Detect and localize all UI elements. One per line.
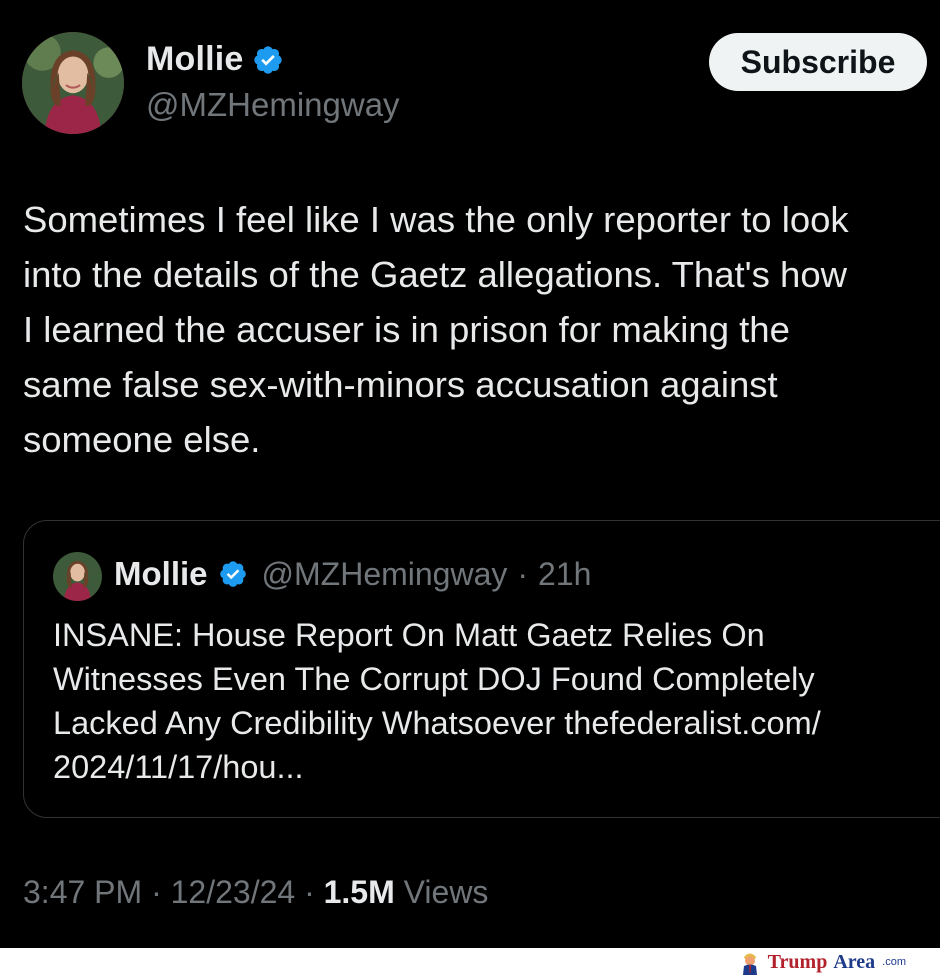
verified-badge-icon (218, 559, 248, 589)
views-label: Views (403, 874, 489, 910)
meta-separator: · (304, 874, 315, 910)
watermark: Trump Area .com (738, 949, 906, 975)
trump-figure-icon (738, 949, 762, 975)
views-count: 1.5M (323, 874, 395, 910)
tweet-text: Sometimes I feel like I was the only rep… (23, 199, 849, 460)
quoted-tweet-text: INSANE: House Report On Matt Gaetz Relie… (53, 617, 821, 785)
verified-badge-icon[interactable] (252, 44, 284, 76)
quoted-author-display-name[interactable]: Mollie (114, 555, 208, 593)
quoted-timestamp[interactable]: 21h (538, 556, 591, 593)
author-name-row: Mollie (146, 40, 284, 79)
watermark-text-area: Area (833, 950, 876, 973)
quoted-tweet-card[interactable]: Mollie @MZHemingway · 21h INSANE: House … (23, 520, 940, 818)
tweet-meta: 3:47 PM · 12/23/24 · 1.5M Views (23, 874, 488, 911)
tweet-screenshot: Mollie @MZHemingway Subscribe Sometimes … (0, 0, 940, 975)
quoted-tweet-header: Mollie @MZHemingway · 21h (114, 555, 591, 593)
profile-photo-icon (22, 32, 124, 134)
tweet-time[interactable]: 3:47 PM (23, 874, 142, 910)
tweet-date[interactable]: 12/23/24 (171, 874, 296, 910)
watermark-text-trump: Trump (767, 950, 828, 973)
watermark-bar: Trump Area .com (0, 948, 940, 975)
watermark-text-com: .com (882, 956, 906, 968)
author-handle[interactable]: @MZHemingway (146, 86, 400, 124)
quoted-separator: · (517, 555, 529, 592)
profile-photo-icon (53, 552, 102, 601)
quoted-author-handle[interactable]: @MZHemingway (262, 556, 508, 593)
author-avatar[interactable] (22, 32, 124, 134)
meta-separator: · (151, 874, 162, 910)
subscribe-button[interactable]: Subscribe (709, 33, 927, 91)
author-display-name[interactable]: Mollie (146, 40, 244, 79)
quoted-author-avatar[interactable] (53, 552, 102, 601)
